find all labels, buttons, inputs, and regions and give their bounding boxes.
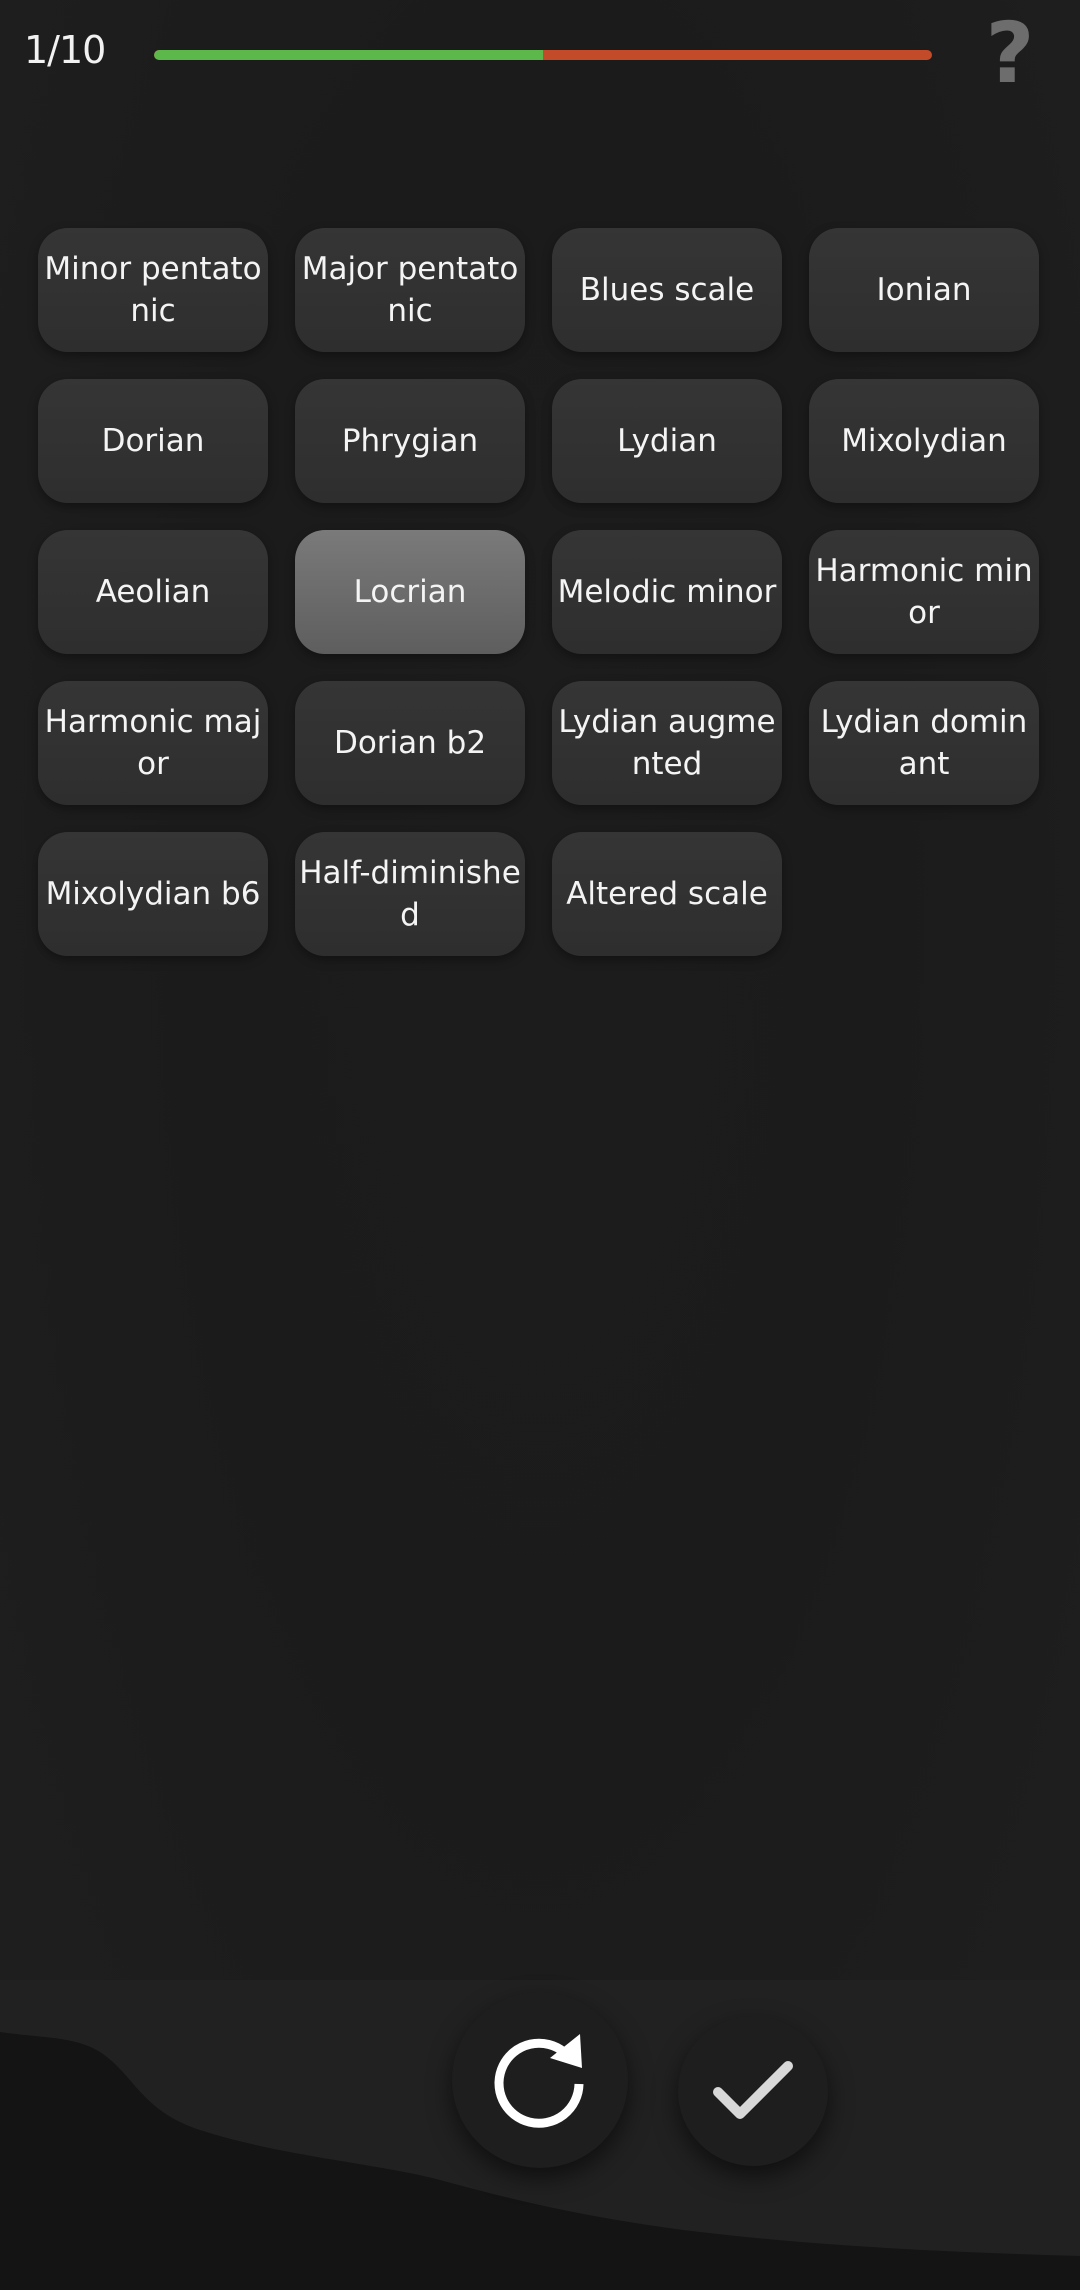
- question-counter: 1/10: [24, 28, 106, 72]
- scale-option-altered-scale[interactable]: Altered scale: [552, 832, 782, 956]
- scale-option-lydian-augmented[interactable]: Lydian augmented: [552, 681, 782, 805]
- replay-button[interactable]: [452, 1992, 628, 2168]
- scale-option-melodic-minor[interactable]: Melodic minor: [552, 530, 782, 654]
- scale-option-minor-pentatonic[interactable]: Minor pentatonic: [38, 228, 268, 352]
- scale-option-harmonic-minor[interactable]: Harmonic minor: [809, 530, 1039, 654]
- help-button[interactable]: ?: [975, 8, 1045, 98]
- scale-option-lydian[interactable]: Lydian: [552, 379, 782, 503]
- checkmark-icon: [713, 2061, 793, 2119]
- scale-option-ionian[interactable]: Ionian: [809, 228, 1039, 352]
- confirm-button[interactable]: [678, 2016, 828, 2166]
- scale-option-dorian-b2[interactable]: Dorian b2: [295, 681, 525, 805]
- scale-option-mixolydian-b6[interactable]: Mixolydian b6: [38, 832, 268, 956]
- scale-option-dorian[interactable]: Dorian: [38, 379, 268, 503]
- scale-option-lydian-dominant[interactable]: Lydian dominant: [809, 681, 1039, 805]
- scale-option-phrygian[interactable]: Phrygian: [295, 379, 525, 503]
- scale-option-major-pentatonic[interactable]: Major pentatonic: [295, 228, 525, 352]
- replay-icon: [494, 2034, 584, 2128]
- scale-option-mixolydian[interactable]: Mixolydian: [809, 379, 1039, 503]
- scale-option-half-diminished[interactable]: Half-diminished: [295, 832, 525, 956]
- progress-bar-fill: [154, 50, 543, 60]
- progress-bar: [154, 50, 932, 60]
- scale-option-blues-scale[interactable]: Blues scale: [552, 228, 782, 352]
- top-bar: 1/10 ?: [0, 0, 1080, 120]
- scale-options-grid: Minor pentatonic Major pentatonic Blues sc…: [38, 228, 1042, 956]
- scale-option-locrian[interactable]: Locrian: [295, 530, 525, 654]
- scale-option-harmonic-major[interactable]: Harmonic major: [38, 681, 268, 805]
- scale-option-aeolian[interactable]: Aeolian: [38, 530, 268, 654]
